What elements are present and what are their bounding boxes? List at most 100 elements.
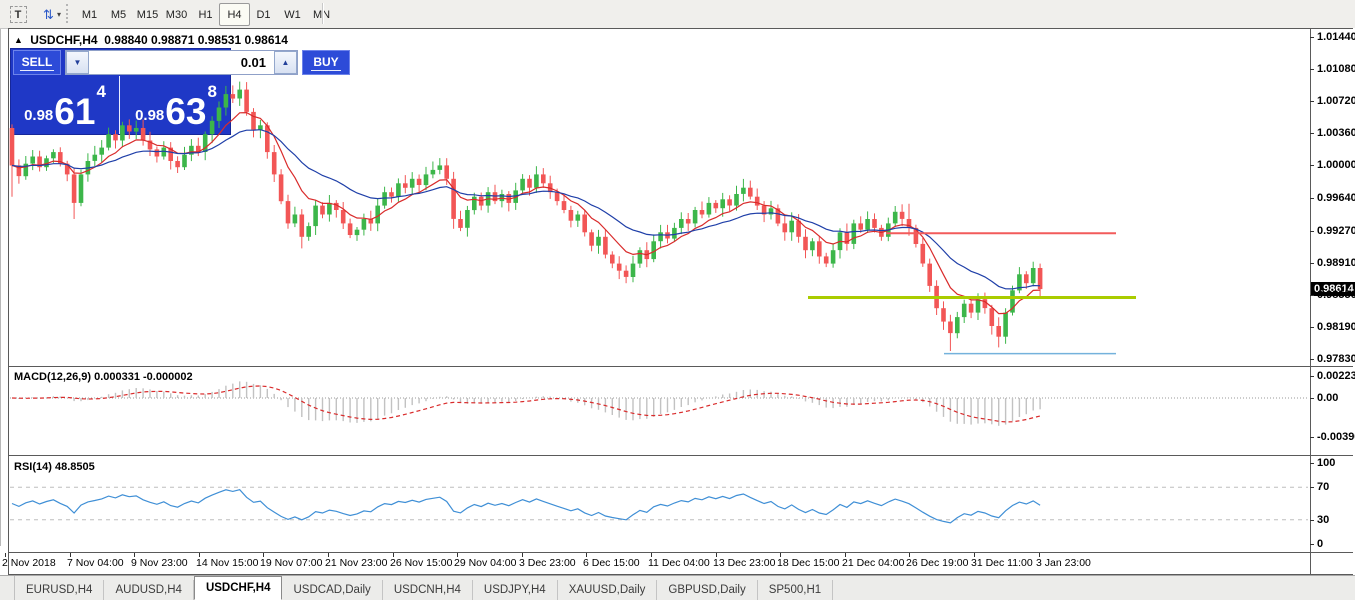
price-tick-0.99270: 0.99270 — [1317, 225, 1355, 237]
chart-tab-AUDUSD-H4[interactable]: AUDUSD,H4 — [104, 580, 193, 600]
ohlc-low: 0.98531 — [198, 33, 241, 47]
sell-price-sup: 4 — [96, 82, 105, 102]
frame-top — [8, 28, 1353, 29]
frame-macd-bottom — [8, 455, 1353, 456]
rsi-tick-30: 30 — [1317, 514, 1329, 526]
sell-price-big: 61 — [54, 96, 95, 127]
rsi-tick-30-tick — [1310, 520, 1314, 521]
time-label-5: 19 Nov 07:00 — [260, 557, 322, 569]
price-tick-0.98550-tick — [1310, 295, 1314, 296]
price-tick-1.00000: 1.00000 — [1317, 159, 1355, 171]
arrows-icon: ⇅ — [43, 7, 54, 23]
time-label-3: 9 Nov 23:00 — [131, 557, 188, 569]
time-label-9: 3 Dec 23:00 — [519, 557, 576, 569]
time-tick-7 — [393, 553, 394, 557]
chart-tab-SP500-H1[interactable]: SP500,H1 — [758, 580, 833, 600]
price-tick-0.99640-tick — [1310, 198, 1314, 199]
window-left-edge[interactable] — [0, 0, 1, 546]
price-tick-1.00720: 1.00720 — [1317, 95, 1355, 107]
buy-price-prefix: 0.98 — [135, 107, 164, 124]
toolbar-grip[interactable] — [66, 4, 71, 23]
price-tick-1.01080-tick — [1310, 69, 1314, 70]
price-tick-0.98190-tick — [1310, 327, 1314, 328]
time-tick-15 — [909, 553, 910, 557]
chart-tab-XAUUSD-Daily[interactable]: XAUUSD,Daily — [558, 580, 658, 600]
buy-price-display[interactable]: 0.98 63 8 — [121, 76, 231, 134]
rsi-tick-100: 100 — [1317, 457, 1335, 469]
time-tick-12 — [716, 553, 717, 557]
price-tick-1.00000-tick — [1310, 165, 1314, 166]
timeframe-button-M5[interactable]: M5 — [103, 3, 134, 26]
chart-tab-bar: EURUSD,H4AUDUSD,H4USDCHF,H4USDCAD,DailyU… — [0, 575, 1355, 600]
trade-panel-controls: SELL ▼ ▲ BUY — [11, 49, 230, 76]
frame-rsi-bottom — [8, 552, 1353, 553]
triangle-up-icon: ▲ — [14, 35, 23, 45]
chart-tab-USDJPY-H4[interactable]: USDJPY,H4 — [473, 580, 558, 600]
chart-tab-USDCHF-H4[interactable]: USDCHF,H4 — [194, 576, 283, 600]
time-label-12: 13 Dec 23:00 — [713, 557, 775, 569]
decrease-volume-button[interactable]: ▼ — [66, 51, 89, 74]
timeframe-button-D1[interactable]: D1 — [248, 3, 279, 26]
increase-volume-button[interactable]: ▲ — [274, 51, 297, 74]
time-tick-1 — [5, 553, 6, 557]
cursor-arrows-button[interactable]: ⇅ ▾ — [34, 3, 70, 26]
price-tick-1.01440-tick — [1310, 37, 1314, 38]
timeframe-button-M30[interactable]: M30 — [161, 3, 192, 26]
time-label-11: 11 Dec 04:00 — [648, 557, 710, 569]
price-tick-0.99640: 0.99640 — [1317, 192, 1355, 204]
time-tick-17 — [1039, 553, 1040, 557]
time-label-17: 3 Jan 23:00 — [1036, 557, 1091, 569]
time-label-4: 14 Nov 15:00 — [196, 557, 258, 569]
toolbar-separator — [322, 3, 324, 24]
sell-price-display[interactable]: 0.98 61 4 — [11, 76, 120, 134]
macd-tick-0.00-tick — [1310, 398, 1314, 399]
time-tick-16 — [974, 553, 975, 557]
time-tick-10 — [586, 553, 587, 557]
chart-tab-GBPUSD-Daily[interactable]: GBPUSD,Daily — [657, 580, 757, 600]
frame-main-bottom — [8, 366, 1353, 367]
time-label-15: 26 Dec 19:00 — [906, 557, 968, 569]
time-tick-2 — [70, 553, 71, 557]
chart-tab-USDCNH-H4[interactable]: USDCNH,H4 — [383, 580, 473, 600]
time-label-8: 29 Nov 04:00 — [454, 557, 516, 569]
sell-button[interactable]: SELL — [13, 50, 61, 75]
price-tick-0.97830: 0.97830 — [1317, 353, 1355, 365]
buy-price-sup: 8 — [207, 82, 216, 102]
macd-label: MACD(12,26,9) 0.000331 -0.000002 — [14, 371, 193, 383]
time-tick-4 — [199, 553, 200, 557]
time-tick-11 — [651, 553, 652, 557]
rsi-pane[interactable] — [8, 456, 1310, 552]
price-axis-border[interactable] — [1310, 28, 1311, 574]
price-tick-0.97830-tick — [1310, 359, 1314, 360]
volume-input[interactable] — [89, 51, 274, 74]
timeframe-button-M1[interactable]: M1 — [74, 3, 105, 26]
price-tick-1.00720-tick — [1310, 101, 1314, 102]
macd-tick-0.00: 0.00 — [1317, 392, 1338, 404]
chart-tab-USDCAD-Daily[interactable]: USDCAD,Daily — [282, 580, 382, 600]
text-tool-button[interactable]: T — [4, 3, 32, 26]
ohlc-open: 0.98840 — [104, 33, 147, 47]
dropdown-caret-icon: ▾ — [57, 10, 61, 19]
price-tick-1.01440: 1.01440 — [1317, 31, 1355, 43]
buy-button[interactable]: BUY — [302, 50, 350, 75]
price-tick-0.98190: 0.98190 — [1317, 321, 1355, 333]
price-tick-0.98550: 0.98550 — [1317, 289, 1355, 301]
chart-tab-EURUSD-H4[interactable]: EURUSD,H4 — [15, 580, 104, 600]
price-tick-0.99270-tick — [1310, 231, 1314, 232]
buy-price-big: 63 — [165, 96, 206, 127]
timeframe-button-H1[interactable]: H1 — [190, 3, 221, 26]
time-tick-5 — [263, 553, 264, 557]
price-tick-1.01080: 1.01080 — [1317, 63, 1355, 75]
macd-pane[interactable] — [8, 367, 1310, 455]
caret-up-icon: ▲ — [282, 58, 290, 67]
sell-price-prefix: 0.98 — [24, 107, 53, 124]
time-tick-9 — [522, 553, 523, 557]
macd-tick--0.003901: -0.003901 — [1317, 431, 1355, 443]
time-label-7: 26 Nov 15:00 — [390, 557, 452, 569]
top-toolbar: T ⇅ ▾ M1M5M15M30H1H4D1W1MN — [0, 0, 1355, 29]
timeframe-button-H4[interactable]: H4 — [219, 3, 250, 26]
timeframe-button-W1[interactable]: W1 — [277, 3, 308, 26]
timeframe-button-M15[interactable]: M15 — [132, 3, 163, 26]
price-tick-0.98910: 0.98910 — [1317, 257, 1355, 269]
price-tick-0.98910-tick — [1310, 263, 1314, 264]
